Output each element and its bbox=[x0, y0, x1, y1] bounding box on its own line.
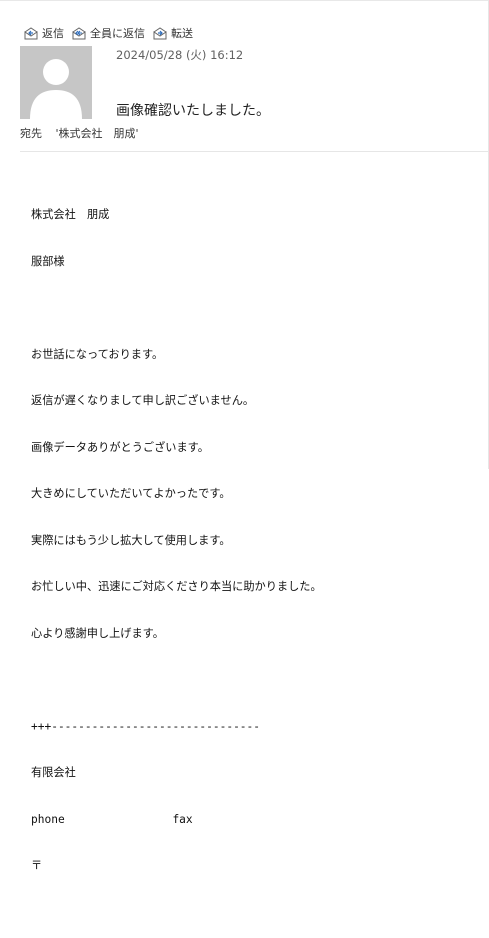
body-line: 有限会社 bbox=[31, 766, 76, 779]
message-toolbar: 返信 全員に返信 転送 bbox=[24, 24, 193, 42]
body-line: 心より感謝申し上げます。 bbox=[31, 626, 164, 640]
reply-button[interactable]: 返信 bbox=[24, 25, 64, 41]
body-line: 大きめにしていただいてよかったです。 bbox=[31, 487, 231, 500]
sender-avatar bbox=[20, 46, 92, 119]
sent-date: 2024/05/28 (火) 16:12 bbox=[116, 48, 244, 62]
body-line: 画像データありがとうございます。 bbox=[31, 440, 209, 454]
message-subject: 画像確認いたしました。 bbox=[116, 103, 270, 119]
body-line: 服部様 bbox=[31, 254, 65, 268]
body-line: 〒 bbox=[31, 859, 43, 872]
body-line: お世話になっております。 bbox=[31, 347, 164, 361]
forward-icon bbox=[153, 26, 168, 40]
reply-all-icon bbox=[72, 26, 87, 40]
reply-all-label: 全員に返信 bbox=[90, 27, 145, 40]
forward-label: 転送 bbox=[171, 27, 193, 40]
forward-button[interactable]: 転送 bbox=[153, 25, 193, 41]
avatar-person-icon bbox=[20, 46, 92, 119]
body-line: 実際にはもう少し拡大して使用します。 bbox=[31, 533, 231, 547]
reply-label: 返信 bbox=[42, 27, 64, 40]
reply-all-button[interactable]: 全員に返信 bbox=[72, 25, 145, 41]
body-line bbox=[31, 905, 322, 921]
reply-icon bbox=[24, 26, 39, 40]
body-line bbox=[31, 300, 322, 316]
to-value[interactable]: '株式会社 朋成' bbox=[56, 127, 139, 140]
body-line: お忙しい中、迅速にご対応くださり本当に助かりました。 bbox=[31, 580, 322, 593]
body-line bbox=[31, 672, 322, 688]
header-separator bbox=[20, 151, 489, 152]
to-label: 宛先 bbox=[20, 127, 42, 140]
recipients-line: 宛先 '株式会社 朋成' bbox=[20, 125, 139, 141]
message-body: 株式会社 朋成 服部様 お世話になっております。 返信が遅くなりまして申し訳ござ… bbox=[31, 176, 322, 938]
body-line: 返信が遅くなりまして申し訳ございません。 bbox=[31, 394, 255, 407]
top-border bbox=[0, 0, 489, 1]
body-line: +++------------------------------- bbox=[31, 719, 261, 733]
body-line: 株式会社 朋成 bbox=[31, 208, 110, 221]
body-line: phone fax bbox=[31, 812, 193, 826]
